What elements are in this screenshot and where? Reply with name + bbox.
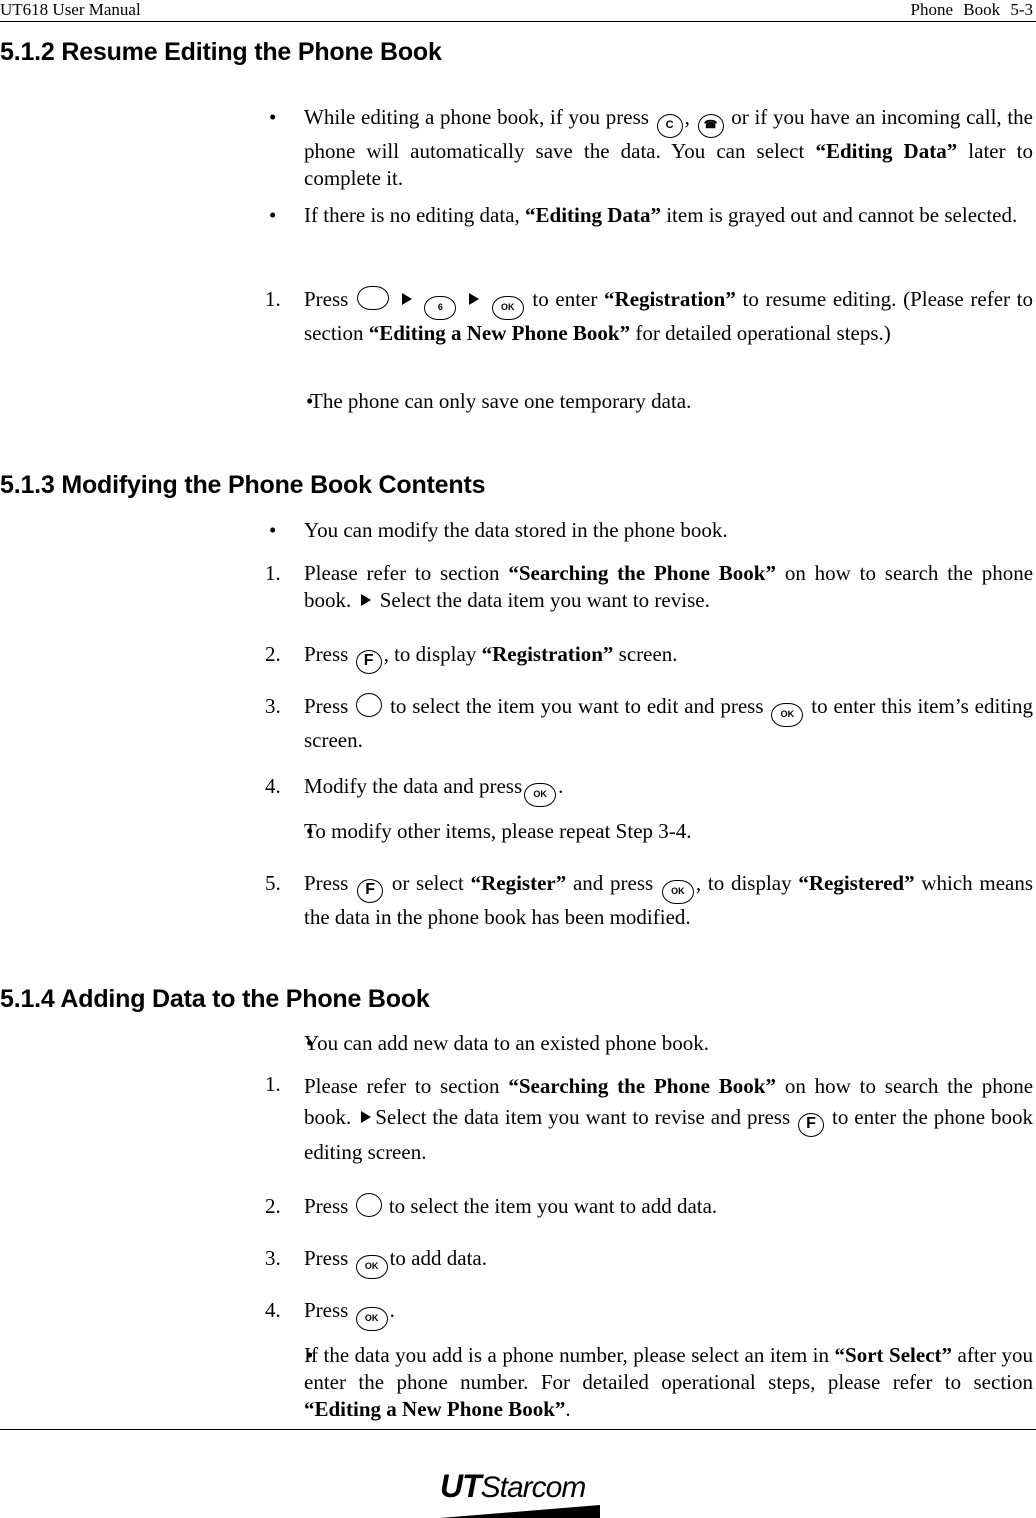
step-number: 3. xyxy=(265,694,281,718)
paragraph-auto-save: While editing a phone book, if you press… xyxy=(304,105,1034,190)
arrow-right-icon xyxy=(361,1111,372,1123)
step-select-item: Press to select the item you want to edi… xyxy=(304,693,1033,752)
step-modify-data: Modify the data and press OK. xyxy=(304,773,1033,807)
manual-title: UT618 User Manual xyxy=(0,0,141,19)
nav-key-icon xyxy=(355,1193,382,1217)
step-number: 1. xyxy=(265,287,281,311)
step-add-data: Press OK to add data. xyxy=(304,1245,1033,1279)
six-mno-key-icon: 6 xyxy=(424,296,457,320)
ok-key-icon: OK xyxy=(491,296,524,320)
step-number: 3. xyxy=(265,1246,281,1270)
note-repeat-steps: To modify other items, please repeat Ste… xyxy=(304,819,692,843)
arrow-right-icon xyxy=(469,293,480,305)
ok-key-icon: OK xyxy=(355,1307,388,1331)
step-number: 2. xyxy=(265,642,281,666)
footer-divider xyxy=(0,1429,1036,1430)
step-confirm: Press OK. xyxy=(304,1297,1033,1331)
step-number: 1. xyxy=(265,1072,281,1096)
ok-key-icon: OK xyxy=(355,1255,388,1279)
step-resume-editing: Press 6 OK to enter “Registration” to re… xyxy=(304,286,1034,345)
menu-key-icon xyxy=(357,286,390,310)
section-title-5-1-3: 5.1.3 Modifying the Phone Book Contents xyxy=(0,471,486,499)
paragraph-grayed-out: If there is no editing data, “Editing Da… xyxy=(304,203,1018,227)
function-key-icon: F xyxy=(355,650,382,674)
step-search-phone-book: Please refer to section “Searching the P… xyxy=(304,561,1034,612)
page-number: Phone Book 5-3 xyxy=(910,0,1034,19)
step-number: 5. xyxy=(265,871,281,895)
clear-key-icon: C xyxy=(656,114,683,138)
step-number: 4. xyxy=(265,774,281,798)
paragraph-add-intro: You can add new data to an existed phone… xyxy=(304,1031,709,1055)
step-search-and-enter: Please refer to section “Searching the P… xyxy=(304,1074,1034,1164)
note-sort-select: If the data you add is a phone number, p… xyxy=(304,1343,1034,1421)
end-call-key-icon: ☎ xyxy=(697,114,724,138)
function-key-icon: F xyxy=(357,879,384,903)
bullet: • xyxy=(269,518,277,542)
section-title-5-1-2: 5.1.2 Resume Editing the Phone Book xyxy=(0,38,442,66)
bullet: • xyxy=(269,203,277,227)
bullet: • xyxy=(269,105,277,129)
page-header: UT618 User Manual Phone Book 5-3 xyxy=(0,0,1036,22)
ok-key-icon: OK xyxy=(661,880,694,904)
nav-key-icon xyxy=(356,693,383,717)
step-select-add-item: Press to select the item you want to add… xyxy=(304,1193,718,1218)
arrow-right-icon xyxy=(401,293,412,305)
note-temporary-data: The phone can only save one temporary da… xyxy=(310,389,692,413)
step-number: 2. xyxy=(265,1194,281,1218)
step-number: 4. xyxy=(265,1298,281,1322)
ok-key-icon: OK xyxy=(524,783,557,807)
paragraph-modify-intro: You can modify the data stored in the ph… xyxy=(304,518,728,542)
step-number: 1. xyxy=(265,561,281,585)
step-register: Press F or select “Register” and press O… xyxy=(304,871,1034,929)
ok-key-icon: OK xyxy=(771,703,804,727)
step-display-registration: Press F, to display “Registration” scree… xyxy=(304,641,1033,674)
section-title-5-1-4: 5.1.4 Adding Data to the Phone Book xyxy=(0,985,430,1013)
logo-swoosh xyxy=(440,1505,600,1518)
function-key-icon: F xyxy=(798,1113,825,1137)
arrow-right-icon xyxy=(360,594,371,606)
utstarcom-logo: UTStarcom xyxy=(440,1468,586,1504)
